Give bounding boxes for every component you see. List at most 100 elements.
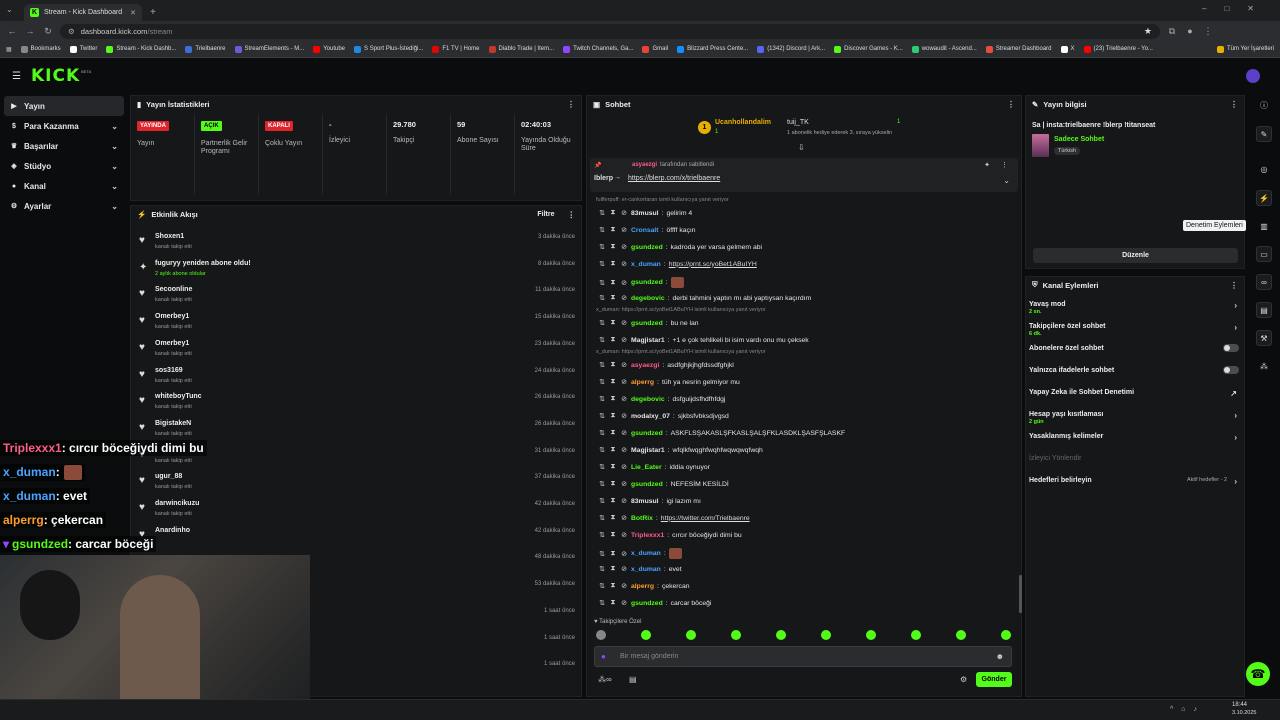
ban-icon[interactable]: ⊘ xyxy=(620,429,628,437)
profile-icon[interactable]: ● xyxy=(1184,26,1196,36)
timeout-icon[interactable]: ⧗ xyxy=(609,395,617,403)
chat-username[interactable]: Lie_Eater xyxy=(631,464,662,471)
expand-pinned-icon[interactable]: ⌄ xyxy=(1003,176,1010,185)
sidebar-item[interactable]: ● Kanal ⌄ xyxy=(4,176,124,196)
pin-message-icon[interactable]: ⇅ xyxy=(598,463,606,471)
chat-message[interactable]: ⇅ ⧗ ⊘ 83musul: igi lazım mı xyxy=(598,497,701,505)
ban-icon[interactable]: ⊘ xyxy=(620,446,628,454)
chat-username[interactable]: gsundzed xyxy=(631,279,663,286)
chat-message[interactable]: ⇅ ⧗ ⊘ BotRix: https://twitter.com/Trielbaenr… xyxy=(598,514,750,522)
menu-icon[interactable]: ⋮ xyxy=(1202,26,1214,37)
user-avatar[interactable] xyxy=(1246,69,1260,83)
timeout-icon[interactable]: ⧗ xyxy=(609,582,617,590)
chat-message[interactable]: ⇅ ⧗ ⊘ Triplexxx1: cırcır böceğiydi dimi bu xyxy=(598,531,742,539)
chat-store-icon[interactable]: ▤ xyxy=(629,675,637,684)
emote-slot-icon[interactable] xyxy=(596,630,606,640)
stream-stats-menu-icon[interactable]: ⋮ xyxy=(567,100,575,109)
pinned-msg-user[interactable]: Iblerp xyxy=(594,175,613,182)
collapse-leaderboard-icon[interactable]: ⇩ xyxy=(798,143,805,152)
channel-action-item[interactable]: Takipçilere özel sohbet 6 dk. › xyxy=(1029,323,1243,337)
chat-username[interactable]: modalxy_07 xyxy=(631,413,670,420)
bookmark-item[interactable]: Blizzard Press Cente... xyxy=(677,45,748,53)
back-icon[interactable]: ← xyxy=(6,26,18,36)
pin-message-icon[interactable]: ⇅ xyxy=(598,480,606,488)
event-username[interactable]: BigistakeN xyxy=(155,420,191,427)
chevron-right-icon[interactable]: › xyxy=(1234,477,1237,486)
rail-target-icon[interactable]: ◎ xyxy=(1256,161,1272,177)
channel-action-item[interactable]: Yalnızca ifadelerle sohbet xyxy=(1029,366,1243,374)
ban-icon[interactable]: ⊘ xyxy=(620,336,628,344)
bookmark-item[interactable]: (1342) Discord | Ark... xyxy=(757,45,825,53)
chevron-right-icon[interactable]: › xyxy=(1234,411,1237,420)
bookmark-item[interactable]: Gmail xyxy=(642,45,668,53)
timeout-icon[interactable]: ⧗ xyxy=(609,497,617,505)
sidebar-item[interactable]: ⚙ Ayarlar ⌄ xyxy=(4,196,124,216)
event-username[interactable]: Anardinho xyxy=(155,527,190,534)
emote-slot-icon[interactable] xyxy=(686,630,696,640)
chat-message[interactable]: ⇅ ⧗ ⊘ alperrg: çekercan xyxy=(598,582,689,590)
ban-icon[interactable]: ⊘ xyxy=(620,582,628,590)
chat-username[interactable]: x_duman xyxy=(631,566,661,573)
ban-icon[interactable]: ⊘ xyxy=(620,550,628,558)
bookmark-item[interactable]: Bookmarks xyxy=(20,45,61,53)
pin-message-icon[interactable]: ⇅ xyxy=(598,209,606,217)
timeout-icon[interactable]: ⧗ xyxy=(609,226,617,234)
chat-username[interactable]: degebovic xyxy=(631,295,665,302)
ban-icon[interactable]: ⊘ xyxy=(620,378,628,386)
timeout-icon[interactable]: ⧗ xyxy=(609,319,617,327)
bookmark-item[interactable]: X xyxy=(1060,45,1075,53)
stream-tag[interactable]: Türkish xyxy=(1054,147,1081,155)
channel-action-item[interactable]: Hesap yaşı kısıtlaması 2 gün › xyxy=(1029,411,1243,425)
pin-message-icon[interactable]: ⇅ xyxy=(598,336,606,344)
pin-message-icon[interactable]: ⇅ xyxy=(598,497,606,505)
chat-username[interactable]: gsundzed xyxy=(631,430,663,437)
chat-message[interactable]: ⇅ ⧗ ⊘ gsundzed: bu ne lan xyxy=(598,319,699,327)
emote-slot-icon[interactable] xyxy=(731,630,741,640)
chat-username[interactable]: asyaezgi xyxy=(631,362,659,369)
ban-icon[interactable]: ⊘ xyxy=(620,599,628,607)
emote-slot-icon[interactable] xyxy=(911,630,921,640)
filter-button[interactable]: Filtre xyxy=(537,211,554,218)
mic-icon[interactable]: ● xyxy=(601,652,606,661)
timeout-icon[interactable]: ⧗ xyxy=(609,209,617,217)
rail-store-icon[interactable]: ▤ xyxy=(1256,302,1272,318)
timeout-icon[interactable]: ⧗ xyxy=(609,294,617,302)
ban-icon[interactable]: ⊘ xyxy=(620,361,628,369)
chat-link[interactable]: https://prnt.sc/yoBet1ABuIYH xyxy=(669,261,757,268)
pin-message-icon[interactable]: ⇅ xyxy=(598,582,606,590)
ban-icon[interactable]: ⊘ xyxy=(620,243,628,251)
category-name[interactable]: Sadece Sohbet xyxy=(1054,136,1104,143)
timeout-icon[interactable]: ⧗ xyxy=(609,446,617,454)
chat-message[interactable]: ⇅ ⧗ ⊘ gsundzed: kadroda yer varsa gelmem abi xyxy=(598,243,762,251)
chat-username[interactable]: gsundzed xyxy=(631,481,663,488)
external-link-icon[interactable]: ↗ xyxy=(1230,389,1237,398)
rail-chat-icon[interactable]: ▭ xyxy=(1256,246,1272,262)
chat-message[interactable]: ⇅ ⧗ ⊘ x_duman: xyxy=(598,548,682,559)
event-username[interactable]: sos3169 xyxy=(155,367,183,374)
chevron-right-icon[interactable]: › xyxy=(1234,323,1237,332)
bookmark-item[interactable]: S Sport Plus-İstediği... xyxy=(354,45,423,53)
pin-message-icon[interactable]: ⇅ xyxy=(598,550,606,558)
help-button[interactable]: ☎ xyxy=(1246,662,1270,686)
chat-username[interactable]: degebovic xyxy=(631,396,665,403)
chat-username[interactable]: BotRix xyxy=(631,515,653,522)
rail-moderation-icon[interactable]: ▥ xyxy=(1256,218,1272,234)
chat-username[interactable]: Cronsalt xyxy=(631,227,659,234)
ban-icon[interactable]: ⊘ xyxy=(620,209,628,217)
sidebar-item[interactable]: ♛ Başarılar ⌄ xyxy=(4,136,124,156)
ban-icon[interactable]: ⊘ xyxy=(620,319,628,327)
timeout-icon[interactable]: ⧗ xyxy=(609,243,617,251)
rail-wrench-icon[interactable]: ⚒ xyxy=(1256,330,1272,346)
ban-icon[interactable]: ⊘ xyxy=(620,260,628,268)
chevron-down-icon[interactable]: ⌄ xyxy=(111,202,118,211)
timeout-icon[interactable]: ⧗ xyxy=(609,279,617,287)
sidebar-item[interactable]: $ Para Kazanma ⌄ xyxy=(4,116,124,136)
chat-message[interactable]: ⇅ ⧗ ⊘ x_duman: https://prnt.sc/yoBet1ABuIYH xyxy=(598,260,757,268)
pin-message-icon[interactable]: ⇅ xyxy=(598,378,606,386)
pin-message-icon[interactable]: ⇅ xyxy=(598,446,606,454)
event-username[interactable]: ugur_88 xyxy=(155,473,182,480)
chat-settings-icon[interactable]: ⚙ xyxy=(960,675,967,684)
chat-tools-icon[interactable]: ⁂∞ xyxy=(598,675,612,684)
chat-message[interactable]: ⇅ ⧗ ⊘ modalxy_07: sjkbsfvbksdjvgsd xyxy=(598,412,729,420)
kick-logo[interactable]: KICK xyxy=(31,66,80,86)
